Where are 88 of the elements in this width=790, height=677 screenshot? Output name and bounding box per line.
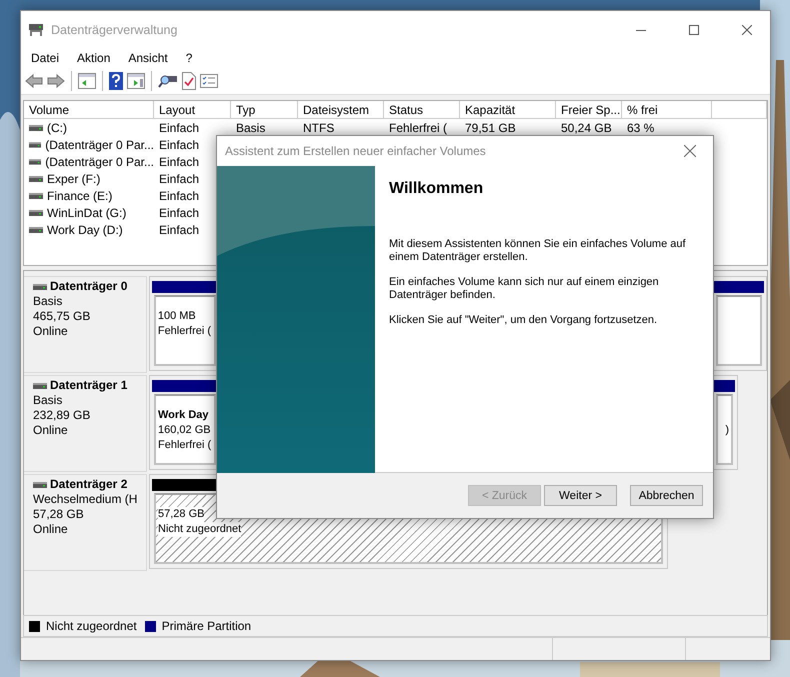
menu-item[interactable]: Aktion: [70, 51, 118, 65]
column-header[interactable]: Volume: [24, 101, 154, 119]
disk-label[interactable]: Datenträger 1 Basis 232,89 GB Online: [24, 375, 147, 472]
drive-icon: [33, 382, 47, 390]
column-header[interactable]: % frei: [622, 101, 712, 119]
table-cell: Finance (E:): [47, 188, 112, 202]
disk-label[interactable]: Datenträger 0 Basis 465,75 GB Online: [24, 276, 147, 373]
disk-size: 232,89 GB: [33, 408, 92, 423]
document-check-icon[interactable]: [182, 72, 196, 90]
drive-icon: [33, 282, 47, 290]
partition-title: Work Day: [158, 408, 209, 423]
wizard-text: Ein einfaches Volume kann sich nur auf einem einzigen Datenträger befinden.: [389, 276, 660, 302]
menu-item[interactable]: Datei: [24, 51, 66, 65]
table-cell: NTFS: [303, 120, 334, 134]
wizard-text: Mit diesem Assistenten können Sie ein einfaches Volume auf einem Datenträger erstellen.: [389, 238, 687, 264]
legend-label: Primäre Partition: [162, 619, 252, 633]
back-icon[interactable]: [25, 74, 43, 88]
wizard-text: Klicken Sie auf "Weiter", um den Vorgang fortzusetzen.: [389, 314, 658, 327]
partition-info: 160,02 GB: [158, 423, 211, 438]
checklist-icon[interactable]: [200, 74, 218, 88]
table-cell: Einfach: [159, 172, 200, 186]
menu-item[interactable]: ?: [178, 51, 200, 65]
table-cell: (C:): [47, 120, 67, 134]
table-cell: (Datenträger 0 Par...: [45, 138, 154, 152]
column-header[interactable]: Layout: [154, 101, 231, 119]
wizard-heading: Willkommen: [389, 180, 484, 198]
disk-size: 465,75 GB: [33, 309, 92, 324]
drive-icon: [29, 226, 43, 234]
partition-info: 57,28 GB: [158, 507, 204, 522]
forward-icon[interactable]: [47, 74, 65, 88]
table-cell: 79,51 GB: [465, 120, 516, 134]
disk-name: Datenträger 0: [50, 279, 128, 294]
wizard-button[interactable]: Weiter >: [544, 485, 617, 506]
wizard-button[interactable]: Abbrechen: [630, 485, 703, 506]
column-header[interactable]: Kapazität: [460, 101, 556, 119]
table-cell: Einfach: [159, 222, 200, 236]
partition-info: Fehlerfrei (: [158, 324, 212, 339]
table-cell: Exper (F:): [47, 172, 100, 186]
disk-name: Datenträger 2: [50, 477, 128, 492]
maximize-icon[interactable]: [689, 24, 699, 34]
column-header[interactable]: Freier Sp...: [556, 101, 622, 119]
partition-info: ): [725, 423, 729, 438]
drive-icon: [29, 140, 42, 148]
partition-info: Nicht zugeordnet: [158, 522, 242, 537]
table-cell: Einfach: [159, 154, 200, 168]
disk-status: Online: [33, 324, 69, 339]
table-cell: Work Day (D:): [47, 222, 123, 236]
table-cell: Einfach: [159, 120, 200, 134]
table-cell: (Datenträger 0 Par...: [45, 154, 154, 168]
table-cell: 50,24 GB: [561, 120, 612, 134]
window-title: Datenträgerverwaltung: [51, 22, 178, 36]
legend-label: Nicht zugeordnet: [46, 619, 137, 633]
table-cell: Fehlerfrei (: [389, 120, 448, 134]
partition-info: 100 MB: [158, 309, 196, 324]
drive-icon: [29, 192, 43, 200]
column-header[interactable]: Typ: [231, 101, 298, 119]
disk-name: Datenträger 1: [50, 378, 128, 393]
drive-icon: [29, 208, 43, 216]
disk-type: Basis: [33, 294, 64, 309]
disk-search-icon[interactable]: [158, 73, 178, 89]
partition-info: Fehlerfrei (: [158, 438, 212, 453]
action-pane-icon[interactable]: [127, 73, 145, 89]
dialog-title: Assistent zum Erstellen neuer einfacher Volumes: [225, 144, 487, 158]
close-icon[interactable]: [742, 24, 752, 34]
disk-status: Online: [33, 423, 69, 438]
disk-status: Online: [33, 522, 69, 537]
drive-icon: [33, 480, 47, 488]
help-icon[interactable]: [109, 72, 123, 90]
disk-type: Basis: [33, 393, 64, 408]
console-tree-icon[interactable]: [78, 73, 96, 89]
column-header[interactable]: Status: [384, 101, 460, 119]
drive-icon: [29, 174, 43, 182]
disk-size: 57,28 GB: [33, 507, 85, 522]
disk-label[interactable]: Datenträger 2 Wechselmedium (H 57,28 GB Online: [24, 474, 147, 571]
drive-icon: [29, 124, 43, 132]
table-cell: Einfach: [159, 188, 200, 202]
column-header: [712, 101, 767, 119]
column-header[interactable]: Dateisystem: [298, 101, 384, 119]
table-cell: Einfach: [159, 206, 200, 220]
table-cell: Basis: [236, 120, 266, 134]
close-icon[interactable]: [684, 145, 696, 157]
menu-item[interactable]: Ansicht: [121, 51, 175, 65]
drive-icon: [29, 158, 42, 166]
disk-type: Wechselmedium (H: [33, 492, 138, 507]
table-cell: Einfach: [159, 138, 200, 152]
table-cell: 63 %: [627, 120, 654, 134]
table-cell: WinLinDat (G:): [47, 206, 126, 220]
disk-management-icon: [28, 22, 44, 36]
